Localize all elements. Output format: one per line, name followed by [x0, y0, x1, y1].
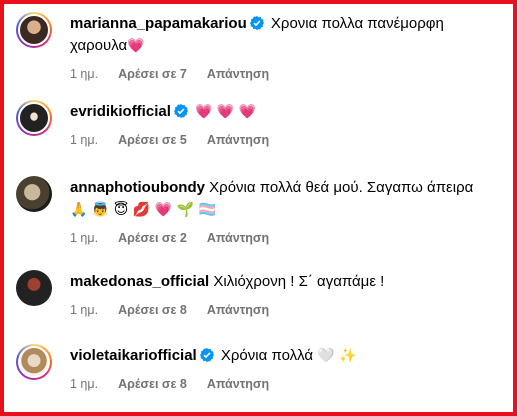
comment-emoji: 🤍 ✨	[317, 348, 357, 364]
likes-link[interactable]: Αρέσει σε 2	[118, 231, 187, 245]
likes-link[interactable]: Αρέσει σε 5	[118, 133, 187, 147]
reply-button[interactable]: Απάντηση	[207, 133, 269, 147]
avatar[interactable]	[16, 270, 52, 306]
comment-username[interactable]: makedonas_official	[70, 273, 209, 290]
comment-username[interactable]: violetaikariofficial	[70, 347, 197, 364]
verified-badge-icon	[199, 348, 214, 362]
avatar[interactable]	[16, 100, 52, 136]
reply-button[interactable]: Απάντηση	[207, 231, 269, 245]
reply-button[interactable]: Απάντηση	[207, 377, 269, 391]
avatar[interactable]	[16, 176, 52, 212]
comment-username[interactable]: annaphotioubondy	[70, 179, 205, 196]
comment-username[interactable]: evridikiofficial	[70, 103, 171, 120]
comment-emoji: 🙏 👼 😇 💋 💗 🌱 🏳️‍⚧️	[70, 202, 216, 218]
reply-button[interactable]: Απάντηση	[207, 303, 269, 317]
verified-badge-icon	[173, 104, 188, 118]
comment-time: 1 ημ.	[70, 231, 99, 245]
comments-panel: marianna_papamakariou Χρονια πολλα πανέμ…	[0, 0, 517, 416]
comment-time: 1 ημ.	[70, 133, 99, 147]
avatar[interactable]	[16, 344, 52, 380]
likes-link[interactable]: Αρέσει σε 7	[118, 67, 187, 81]
reply-button[interactable]: Απάντηση	[207, 67, 269, 81]
comment-username[interactable]: marianna_papamakariou	[70, 15, 247, 32]
comment-emoji: 💗	[127, 38, 145, 54]
comment-text: Χρόνια πολλά	[220, 347, 314, 364]
verified-badge-icon	[249, 16, 264, 30]
comment-time: 1 ημ.	[70, 67, 99, 81]
comment-text: Χιλιόχρονη ! Σ΄ αγαπάμε !	[213, 273, 385, 290]
avatar[interactable]	[16, 12, 52, 48]
likes-link[interactable]: Αρέσει σε 8	[118, 303, 187, 317]
comment-emoji: 💗 💗 💗	[195, 104, 257, 120]
likes-link[interactable]: Αρέσει σε 8	[118, 377, 187, 391]
comment-time: 1 ημ.	[70, 377, 99, 391]
comment-time: 1 ημ.	[70, 303, 99, 317]
comment-text: Χρόνια πολλά θεά μού. Σαγαπω άπειρα	[209, 179, 474, 196]
